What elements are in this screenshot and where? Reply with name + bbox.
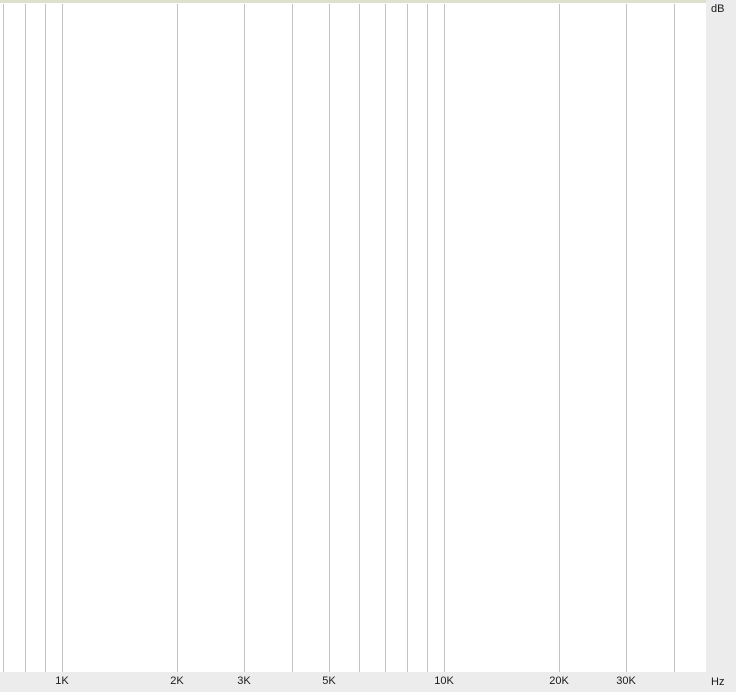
x-axis: 1K 2K 3K 5K 10K 20K 30K [0,672,706,692]
spectrum-analyzer-view: 1K 2K 3K 5K 10K 20K 30K dB Hz -6-12-18-24-30-3… [0,0,736,692]
x-tick-label: 5K [322,675,336,687]
x-tick-label: 20K [549,675,569,687]
plot-area [0,4,706,672]
y-axis: dB Hz -6-12-18-24-30-36-42-48-54-60-66-7… [706,0,736,692]
y-axis-unit-label: dB [711,3,725,15]
x-tick-label: 3K [237,675,251,687]
x-tick-label: 30K [616,675,636,687]
x-tick-label: 2K [170,675,184,687]
spectrum-chart [3,4,675,672]
x-tick-label: 10K [434,675,454,687]
x-tick-label: 1K [55,675,69,687]
x-axis-unit-label: Hz [711,676,725,688]
